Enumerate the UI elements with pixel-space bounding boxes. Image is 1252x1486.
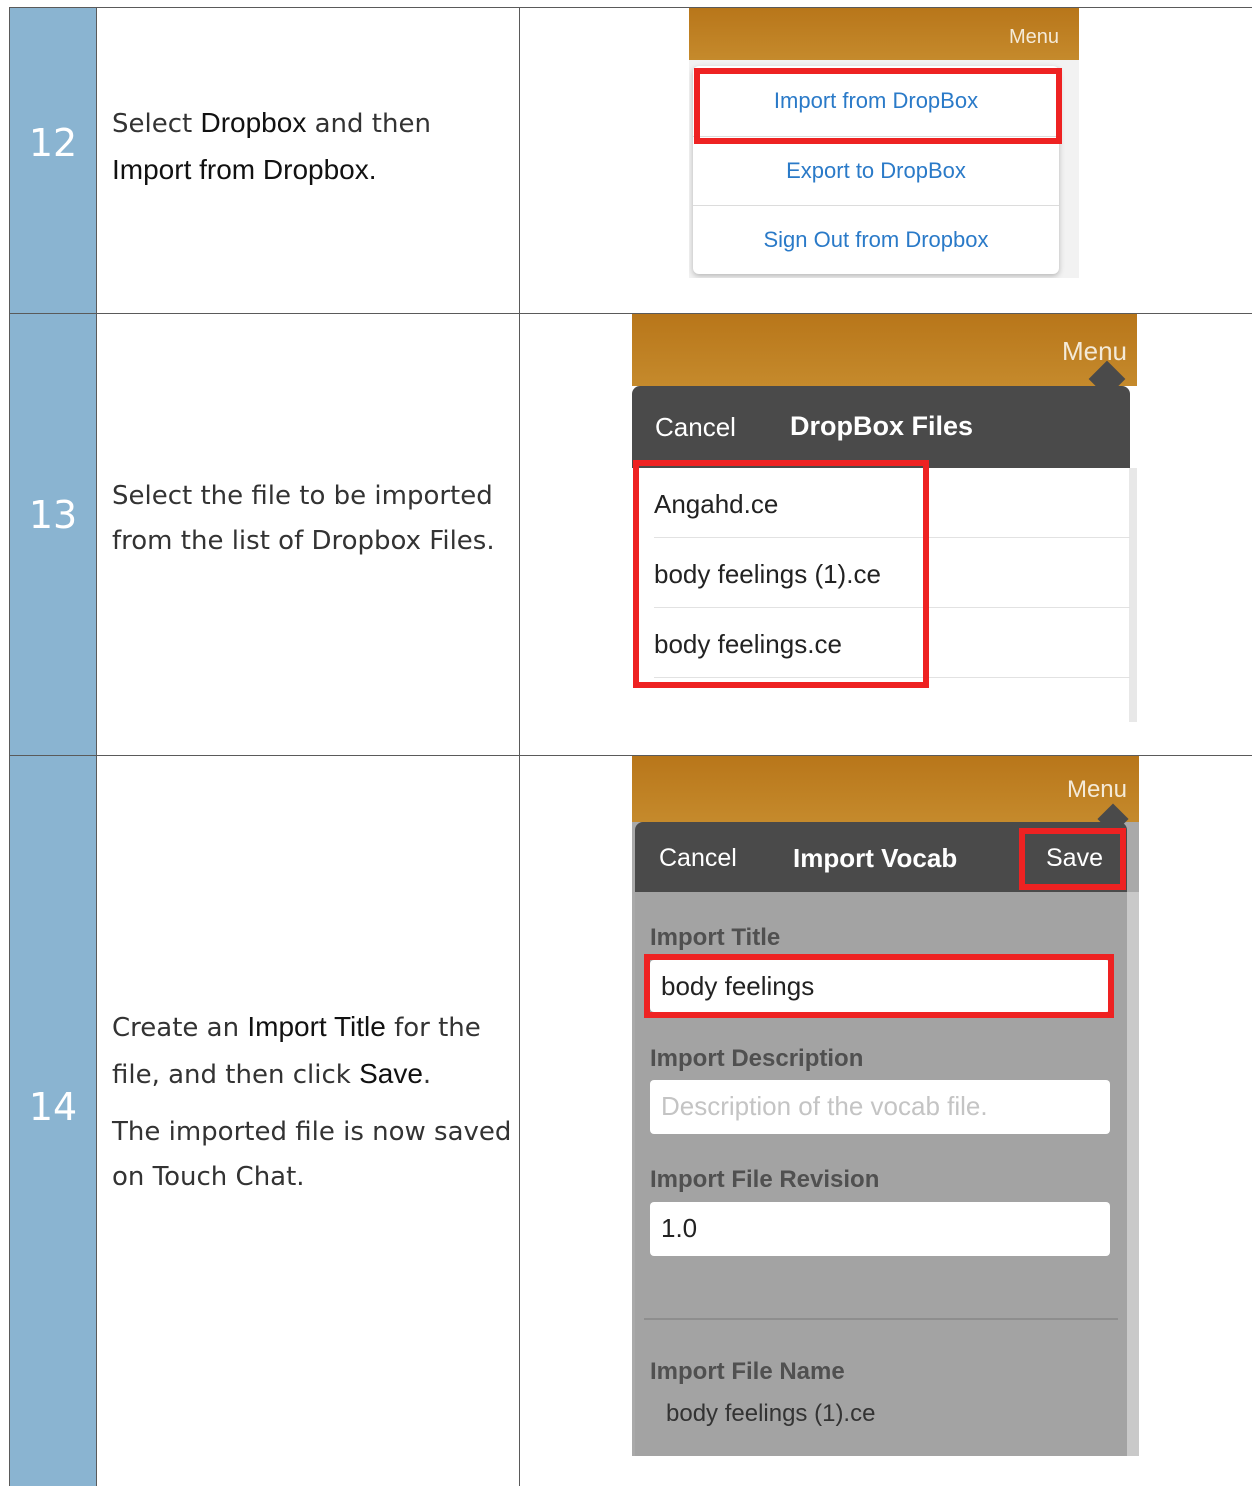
desc-text: from the list of Dropbox Files. (112, 526, 495, 556)
popover-right-edge (1129, 468, 1137, 722)
navigation-bar (632, 756, 1139, 822)
screenshot-dropbox-files: Menu Cancel DropBox Files Angahd.ce body… (632, 314, 1137, 722)
import-file-name-value: body feelings (1).ce (666, 1400, 876, 1427)
menu-button[interactable]: Menu (1062, 336, 1127, 367)
menu-separator (693, 205, 1059, 206)
highlight-box (633, 460, 929, 688)
menu-button[interactable]: Menu (1067, 776, 1127, 804)
desc-text: file, and then click (112, 1060, 360, 1090)
popover-right-edge (1127, 892, 1139, 1456)
desc-bold: Dropbox (200, 107, 307, 138)
step-number-column (10, 8, 96, 1486)
export-to-dropbox-item[interactable]: Export to DropBox (693, 158, 1059, 184)
desc-text: for the (385, 1013, 481, 1043)
highlight-box (644, 954, 1114, 1018)
import-description-label: Import Description (650, 1045, 864, 1072)
desc-bold: Import Title (247, 1011, 386, 1042)
screenshot-import-vocab: Menu Cancel Import Vocab Save Import Tit… (632, 756, 1139, 1456)
column-divider (519, 7, 520, 1486)
cancel-button[interactable]: Cancel (659, 844, 737, 873)
import-revision-input[interactable]: 1.0 (650, 1202, 1110, 1256)
step-number: 14 (28, 1085, 78, 1129)
import-file-name-label: Import File Name (650, 1358, 845, 1385)
table-left-border (9, 7, 10, 1486)
step-number: 13 (28, 493, 78, 537)
desc-text: . (422, 1060, 432, 1090)
desc-text: Select the file to be imported (112, 481, 493, 511)
import-description-input[interactable]: Description of the vocab file. (650, 1080, 1110, 1134)
import-vocab-title: Import Vocab (793, 843, 958, 873)
desc-text: and then (306, 109, 431, 139)
desc-bold: Save (359, 1058, 423, 1089)
sign-out-dropbox-item[interactable]: Sign Out from Dropbox (693, 227, 1059, 253)
menu-button[interactable]: Menu (1009, 26, 1059, 49)
column-divider (96, 7, 97, 1486)
import-title-label: Import Title (650, 924, 781, 951)
highlight-box (694, 68, 1062, 144)
cancel-button[interactable]: Cancel (655, 412, 736, 443)
step-number: 12 (28, 121, 78, 165)
section-divider (644, 1318, 1118, 1320)
step-description: Create an Import Title for the file, and… (112, 1004, 512, 1200)
desc-text: Select (112, 109, 201, 139)
import-revision-label: Import File Revision (650, 1166, 880, 1193)
screenshot-dropbox-menu: Menu Import from DropBox Export to DropB… (689, 8, 1079, 278)
step-description: Select Dropbox and then Import from Drop… (112, 100, 512, 194)
step-description: Select the file to be imported from the … (112, 474, 512, 564)
desc-text: on Touch Chat. (112, 1162, 305, 1192)
dropbox-files-header: Cancel DropBox Files (632, 386, 1130, 468)
desc-bold: Import from Dropbox. (112, 154, 377, 185)
highlight-box (1019, 828, 1126, 890)
dropbox-files-title: DropBox Files (790, 411, 974, 441)
desc-text: Create an (112, 1013, 248, 1043)
desc-text: The imported file is now saved (112, 1117, 512, 1147)
